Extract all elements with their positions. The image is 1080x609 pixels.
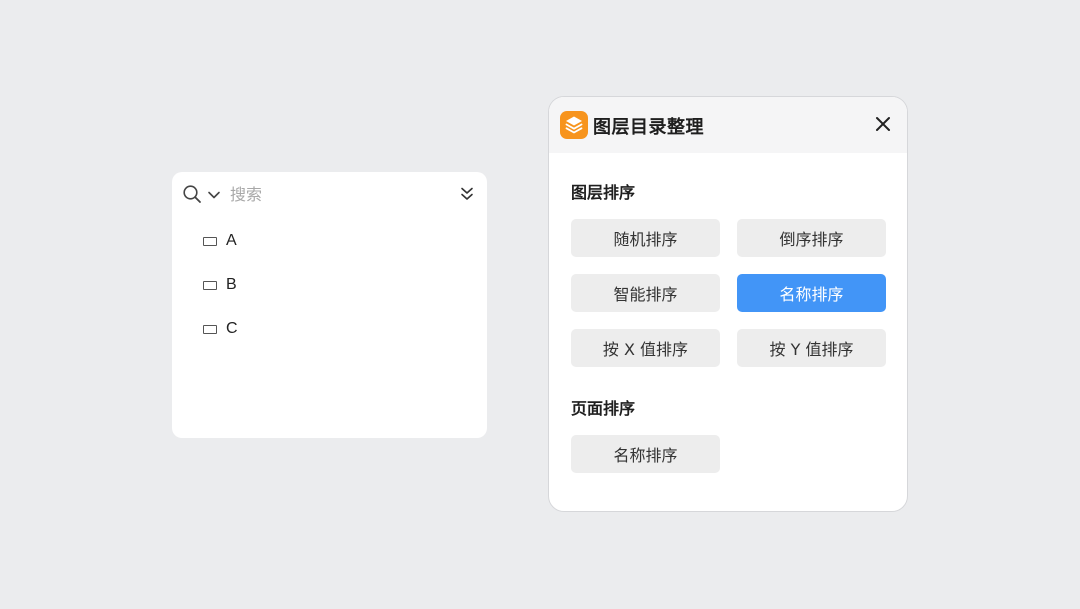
- sort-by-x-button[interactable]: 按 X 值排序: [571, 329, 720, 367]
- sort-by-y-button[interactable]: 按 Y 值排序: [737, 329, 886, 367]
- layer-item-b[interactable]: B: [202, 272, 237, 298]
- page-sort-section-title: 页面排序: [571, 399, 636, 418]
- layers-logo-icon: [560, 111, 588, 139]
- close-icon[interactable]: [875, 116, 891, 132]
- search-input[interactable]: [230, 183, 430, 205]
- chevron-down-icon[interactable]: [207, 187, 221, 201]
- dialog-header: 图层目录整理: [549, 97, 907, 153]
- name-sort-button[interactable]: 名称排序: [737, 274, 886, 312]
- random-sort-button[interactable]: 随机排序: [571, 219, 720, 257]
- page-name-sort-button[interactable]: 名称排序: [571, 435, 720, 473]
- frame-icon: [203, 236, 217, 246]
- frame-icon: [203, 324, 217, 334]
- layer-label: A: [226, 232, 237, 249]
- dialog-title: 图层目录整理: [593, 117, 704, 138]
- layer-label: B: [226, 276, 237, 293]
- layer-label: C: [226, 320, 238, 337]
- layer-item-a[interactable]: A: [202, 228, 237, 254]
- reverse-sort-button[interactable]: 倒序排序: [737, 219, 886, 257]
- layer-item-c[interactable]: C: [202, 316, 238, 342]
- layer-sort-section-title: 图层排序: [571, 183, 636, 202]
- smart-sort-button[interactable]: 智能排序: [571, 274, 720, 312]
- layer-organize-dialog: 图层目录整理 图层排序 随机排序 倒序排序 智能排序 名称排序 按 X 值排序 …: [548, 96, 908, 512]
- frame-icon: [203, 280, 217, 290]
- layers-panel: A B C: [172, 172, 487, 438]
- collapse-all-icon[interactable]: [459, 185, 475, 203]
- search-bar: [172, 172, 487, 216]
- search-icon[interactable]: [182, 184, 202, 204]
